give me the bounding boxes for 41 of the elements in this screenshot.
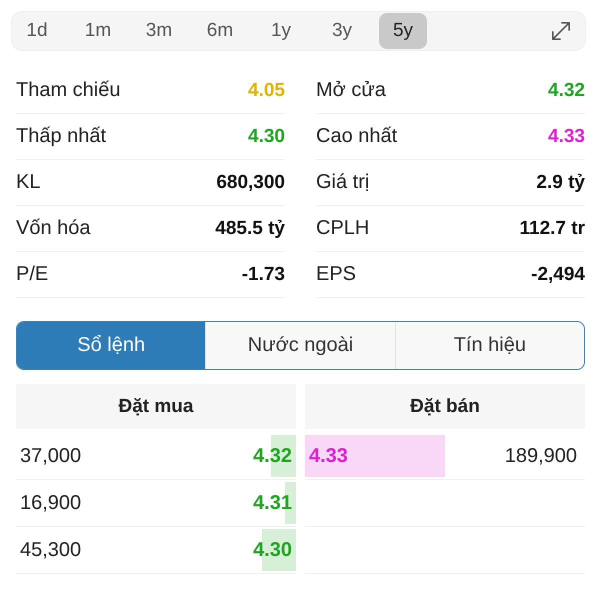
stat-value: -1.73 [242,264,285,286]
stat-value: 2.9 tỷ [536,172,585,194]
stat-label: Tham chiếu [16,79,120,102]
stat-value: 4.32 [548,80,585,102]
stat-label: Cao nhất [316,125,398,148]
tab[interactable]: Tín hiệu [394,322,584,369]
stat-value: 4.33 [548,126,585,148]
bid-price: 4.30 [253,538,293,562]
tab[interactable]: Sổ lệnh [17,322,206,369]
period-tab[interactable]: 6m [196,13,244,49]
stat-label: Vốn hóa [16,217,91,240]
stat-value: 112.7 tr [520,218,585,240]
tab[interactable]: Nước ngoài [205,322,395,369]
period-tab[interactable]: 1m [74,13,122,49]
stat-label: EPS [316,263,356,286]
stat-value: 4.05 [248,80,285,102]
stat-label: CPLH [316,217,370,240]
ask-volume: 189,900 [504,444,578,468]
bid-volume: 45,300 [19,538,82,562]
period-tab[interactable]: 3y [318,13,366,49]
bid-volume: 37,000 [19,444,82,468]
stat-value: 485.5 tỷ [215,218,285,240]
expand-icon[interactable] [551,21,571,41]
period-tab[interactable]: 3m [135,13,183,49]
stat-label: Giá trị [316,171,370,194]
stat-label: KL [16,171,40,194]
stat-label: Mở cửa [316,79,386,102]
stat-value: -2,494 [531,264,585,286]
period-tab[interactable]: 1y [257,13,305,49]
stat-label: P/E [16,263,48,286]
bid-price: 4.32 [253,444,293,468]
ask-price: 4.33 [308,444,348,468]
bid-volume: 16,900 [19,492,82,514]
stat-value: 680,300 [216,172,285,194]
stat-label: Thấp nhất [16,125,106,148]
period-tab[interactable]: 1d [13,13,61,49]
column-header: Đặt bán [305,384,585,429]
column-header: Đặt mua [16,384,296,429]
bid-price: 4.31 [253,492,293,514]
stat-value: 4.30 [248,126,285,148]
period-tab[interactable]: 5y [379,13,427,49]
